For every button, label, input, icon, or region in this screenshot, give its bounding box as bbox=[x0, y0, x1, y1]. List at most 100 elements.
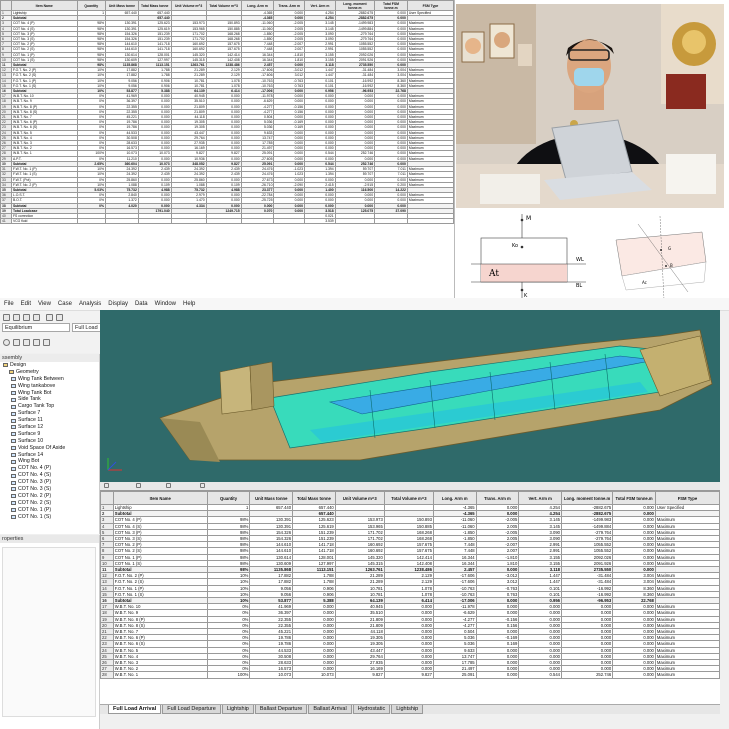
row-index: 28 bbox=[100, 671, 114, 679]
surface-icon bbox=[11, 418, 16, 423]
tree-item[interactable]: Wing Tank Bot bbox=[0, 390, 99, 397]
column-header: Unit Volume m^3 bbox=[170, 0, 207, 11]
tree-item[interactable]: Wing Bot bbox=[0, 458, 99, 465]
tree-item[interactable]: Cargo Tank Top bbox=[0, 403, 99, 410]
tree-item[interactable]: Surface 10 bbox=[0, 438, 99, 445]
view-icon[interactable] bbox=[3, 339, 10, 346]
column-header[interactable]: Quantity bbox=[206, 491, 251, 505]
undo-icon[interactable] bbox=[46, 314, 53, 321]
pan-icon[interactable] bbox=[33, 339, 40, 346]
tree-item-label: Design bbox=[10, 362, 27, 368]
column-header[interactable]: Item Name bbox=[112, 491, 208, 505]
grip-icon[interactable] bbox=[104, 483, 109, 488]
tree-item[interactable]: COT No. 4 (S) bbox=[0, 472, 99, 479]
menu-edit[interactable]: Edit bbox=[21, 301, 31, 307]
column-header[interactable]: Long. Arm m bbox=[432, 491, 477, 505]
engineer-at-laptop-illustration bbox=[456, 4, 724, 208]
column-header[interactable]: Unit Volume m^3 bbox=[334, 491, 385, 505]
tree-item[interactable]: COT No. 2 (S) bbox=[0, 500, 99, 507]
table-cell bbox=[205, 218, 242, 225]
column-header[interactable]: Unit Mass tonne bbox=[249, 491, 294, 505]
tab-loadcase[interactable]: Lightship bbox=[221, 705, 254, 714]
tree-item[interactable]: COT No. 3 (S) bbox=[0, 486, 99, 493]
menu-file[interactable]: File bbox=[4, 301, 14, 307]
column-header[interactable]: Total Mass tonne bbox=[292, 491, 336, 505]
expand-icon[interactable] bbox=[200, 483, 205, 488]
open-folder-icon[interactable] bbox=[13, 314, 20, 321]
table-row[interactable]: 28 W.B.T. No. 1 100% 10.073 10.073 9.827 9.827… bbox=[100, 671, 720, 679]
tree-item[interactable]: Side Tank bbox=[0, 396, 99, 403]
loadcase-select[interactable]: Full Load Arrival bbox=[72, 323, 102, 339]
column-header[interactable]: Vert. Arm m bbox=[518, 491, 562, 505]
analysis-mode-select[interactable]: Equilibrium bbox=[2, 323, 70, 332]
table-cell: 252.746 bbox=[560, 671, 614, 679]
tree-item[interactable]: COT No. 3 (P) bbox=[0, 479, 99, 486]
tree-item[interactable]: Surface 7 bbox=[0, 410, 99, 417]
tree-item[interactable]: Wing Tank Between bbox=[0, 376, 99, 383]
tree-item[interactable]: Design bbox=[0, 362, 99, 369]
tree-item-label: Wing tankabove bbox=[18, 382, 56, 389]
3d-hull-viewport[interactable] bbox=[100, 310, 720, 482]
tab-loadcase[interactable]: Full Load Departure bbox=[162, 705, 221, 714]
tree-item-label: COT No. 3 (P) bbox=[18, 479, 52, 486]
table-cell bbox=[170, 218, 207, 225]
menu-analysis[interactable]: Analysis bbox=[79, 301, 101, 307]
surface-icon bbox=[11, 391, 16, 395]
tree-item-label: COT No. 4 (P) bbox=[18, 465, 52, 472]
cursor-icon[interactable] bbox=[136, 483, 141, 488]
column-header[interactable]: Total Volume m^3 bbox=[383, 491, 434, 505]
column-header[interactable]: Total FSM tonne.m bbox=[612, 491, 656, 505]
loadcase-grid[interactable]: Item Name Quantity Unit Mass tonne Total Ma… bbox=[100, 490, 720, 704]
column-header: Item Name bbox=[10, 0, 78, 11]
tree-item-label: Surface 10 bbox=[18, 437, 44, 444]
label-ac: Ac bbox=[642, 280, 647, 285]
hull-section-diagrams: M Ko At WL BL K G B Ac bbox=[471, 214, 707, 302]
tree-item[interactable]: Surface 12 bbox=[0, 424, 99, 431]
tree-item-label: COT No. 2 (P) bbox=[18, 492, 52, 499]
tree-item[interactable]: COT No. 1 (P) bbox=[0, 507, 99, 514]
column-header[interactable]: Long. moment tonne.m bbox=[560, 491, 614, 505]
new-file-icon[interactable] bbox=[3, 314, 10, 321]
label-bl: BL bbox=[576, 283, 582, 289]
tree-item-label: Wing Tank Bot bbox=[18, 389, 52, 396]
tab-loadcase[interactable]: Ballast Departure bbox=[254, 705, 308, 714]
tree-item[interactable]: COT No. 4 (P) bbox=[0, 465, 99, 472]
print-icon[interactable] bbox=[33, 314, 40, 321]
tab-loadcase[interactable]: Full Load Arrival bbox=[108, 705, 162, 714]
menu-view[interactable]: View bbox=[38, 301, 51, 307]
column-header[interactable]: FSM Type bbox=[654, 491, 720, 505]
tree-item[interactable]: Surface 14 bbox=[0, 452, 99, 459]
tree-item[interactable]: COT No. 1 (S) bbox=[0, 514, 99, 521]
tree-item[interactable]: Surface 11 bbox=[0, 417, 99, 424]
menu-display[interactable]: Display bbox=[108, 301, 128, 307]
menu-case[interactable]: Case bbox=[58, 301, 72, 307]
redo-icon[interactable] bbox=[56, 314, 63, 321]
table-cell[interactable]: 100% bbox=[206, 671, 251, 679]
menu-data[interactable]: Data bbox=[135, 301, 148, 307]
render-icon[interactable] bbox=[43, 339, 50, 346]
tree-item-label: COT No. 1 (P) bbox=[18, 506, 52, 513]
menu-help[interactable]: Help bbox=[183, 301, 195, 307]
label-g: G bbox=[668, 246, 671, 251]
tab-loadcase[interactable]: Hydrostatic bbox=[352, 705, 391, 714]
menu-window[interactable]: Window bbox=[155, 301, 176, 307]
tree-item[interactable]: COT No. 2 (P) bbox=[0, 493, 99, 500]
column-header[interactable] bbox=[100, 491, 114, 505]
tree-item[interactable]: Void Space Of Aside bbox=[0, 445, 99, 452]
save-icon[interactable] bbox=[23, 314, 30, 321]
properties-grid[interactable] bbox=[2, 547, 96, 717]
tree-item[interactable]: Surface 9 bbox=[0, 431, 99, 438]
tab-loadcase[interactable]: Lightship bbox=[391, 705, 424, 714]
refresh-icon[interactable] bbox=[166, 483, 171, 488]
column-header: Long. Arm m bbox=[240, 0, 275, 11]
rotate-icon[interactable] bbox=[23, 339, 30, 346]
tree-item[interactable]: Geometry bbox=[0, 369, 99, 376]
tree-item[interactable]: Wing tankabove bbox=[0, 383, 99, 390]
column-header[interactable]: Trans. Arm m bbox=[475, 491, 520, 505]
surface-icon bbox=[11, 377, 16, 382]
surface-icon bbox=[11, 466, 16, 471]
zoom-icon[interactable] bbox=[13, 339, 20, 346]
tab-loadcase[interactable]: Ballast Arrival bbox=[308, 705, 352, 714]
tree-item-label: Side Tank bbox=[18, 396, 41, 403]
loadcase-table[interactable]: Item Name Quantity Unit Mass tonne Total Ma… bbox=[100, 491, 720, 679]
